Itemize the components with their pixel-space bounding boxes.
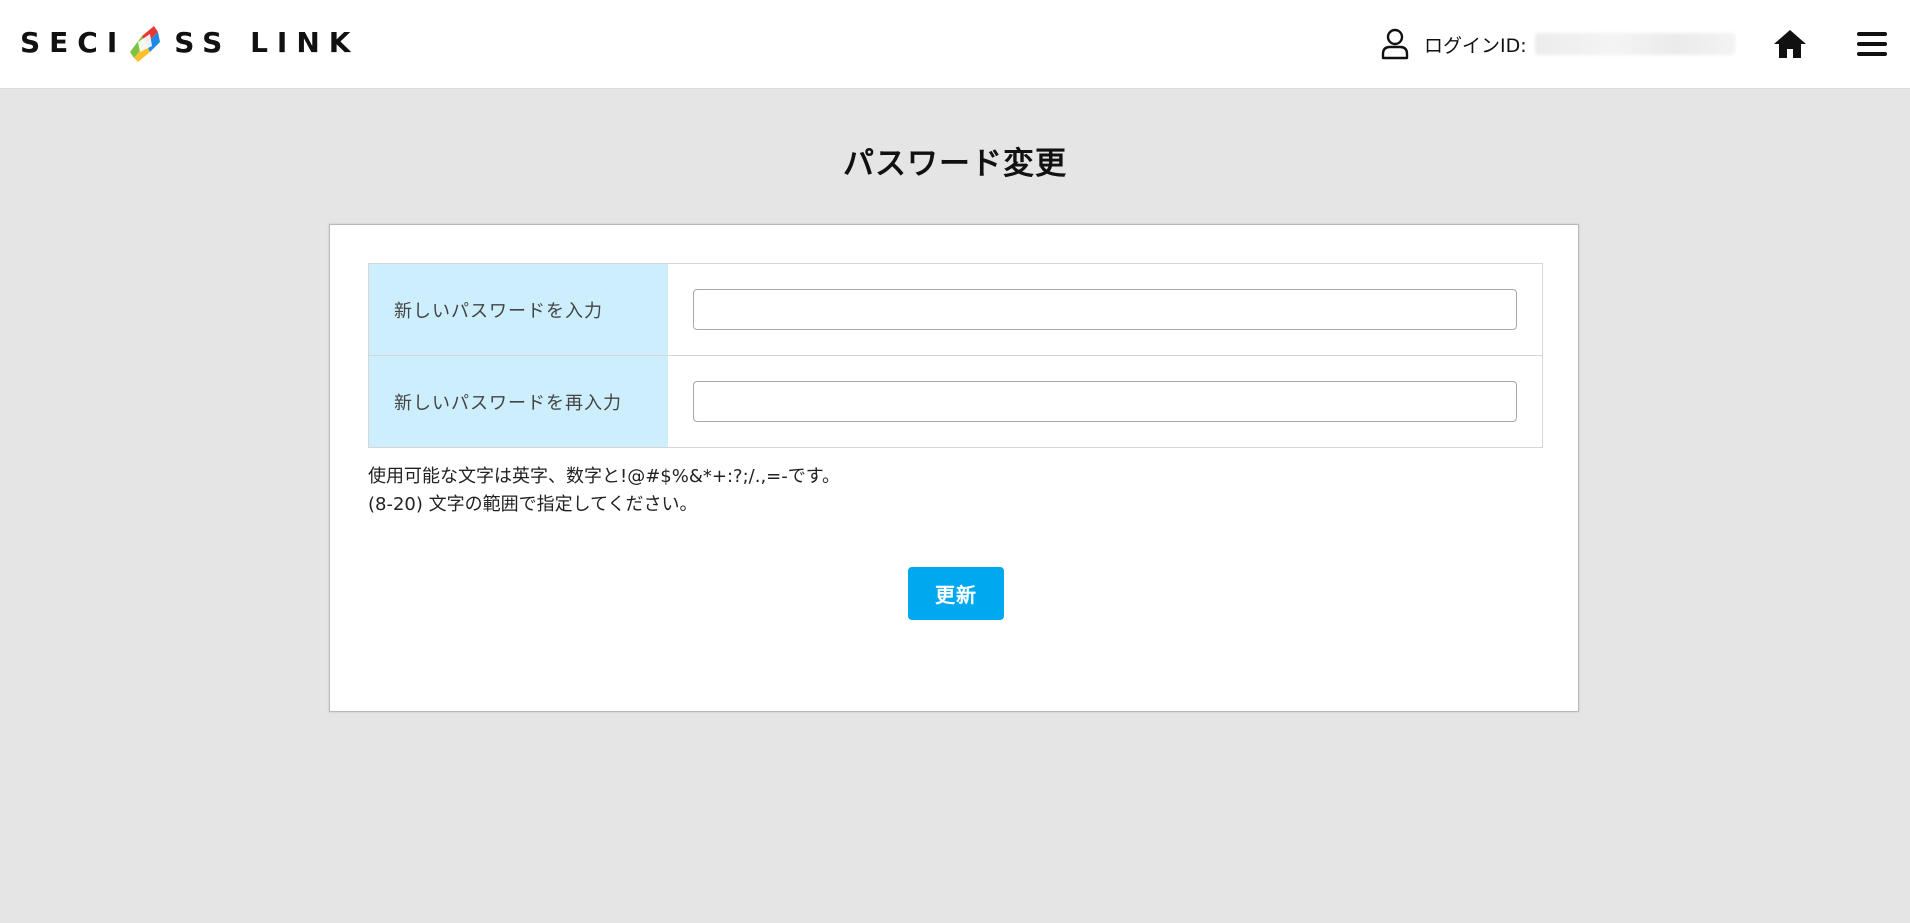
password-form: 新しいパスワードを入力 新しいパスワードを再入力: [368, 263, 1543, 448]
login-info: ログインID:: [1380, 26, 1735, 62]
new-password-label: 新しいパスワードを入力: [369, 264, 668, 355]
home-icon: [1774, 30, 1806, 58]
confirm-password-cell: [668, 356, 1542, 447]
top-header: SECI SS LINK ログインID:: [0, 0, 1910, 89]
password-change-card: 新しいパスワードを入力 新しいパスワードを再入力 使用可能な文字は英字、数字と!…: [329, 224, 1579, 712]
user-icon: [1381, 28, 1409, 60]
confirm-password-input[interactable]: [693, 381, 1517, 422]
note-line-length: (8-20) 文字の範囲で指定してください。: [368, 494, 698, 515]
login-id-value-redacted: [1534, 33, 1735, 55]
logo-mark-icon: [130, 26, 161, 62]
login-id-label: ログインID:: [1424, 34, 1527, 57]
confirm-password-row: 新しいパスワードを再入力: [369, 356, 1542, 447]
password-rules-note: 使用可能な文字は英字、数字と!@#$%&*+:?;/.,=-です。 (8-20)…: [368, 463, 840, 519]
new-password-cell: [668, 264, 1542, 355]
seciss-link-logo[interactable]: SECI SS LINK: [20, 20, 359, 64]
confirm-password-label: 新しいパスワードを再入力: [369, 356, 668, 447]
note-line-allowed-chars: 使用可能な文字は英字、数字と!@#$%&*+:?;/.,=-です。: [368, 466, 840, 487]
logo-text-part2: SS LINK: [174, 25, 360, 59]
update-button[interactable]: 更新: [908, 567, 1004, 620]
logo-text-part1: SECI: [20, 25, 127, 59]
new-password-row: 新しいパスワードを入力: [369, 264, 1542, 356]
page-title: パスワード変更: [843, 146, 1067, 182]
menu-button[interactable]: [1855, 26, 1889, 62]
hamburger-menu-icon: [1857, 32, 1887, 56]
new-password-input[interactable]: [693, 289, 1517, 330]
home-button[interactable]: [1772, 26, 1808, 62]
